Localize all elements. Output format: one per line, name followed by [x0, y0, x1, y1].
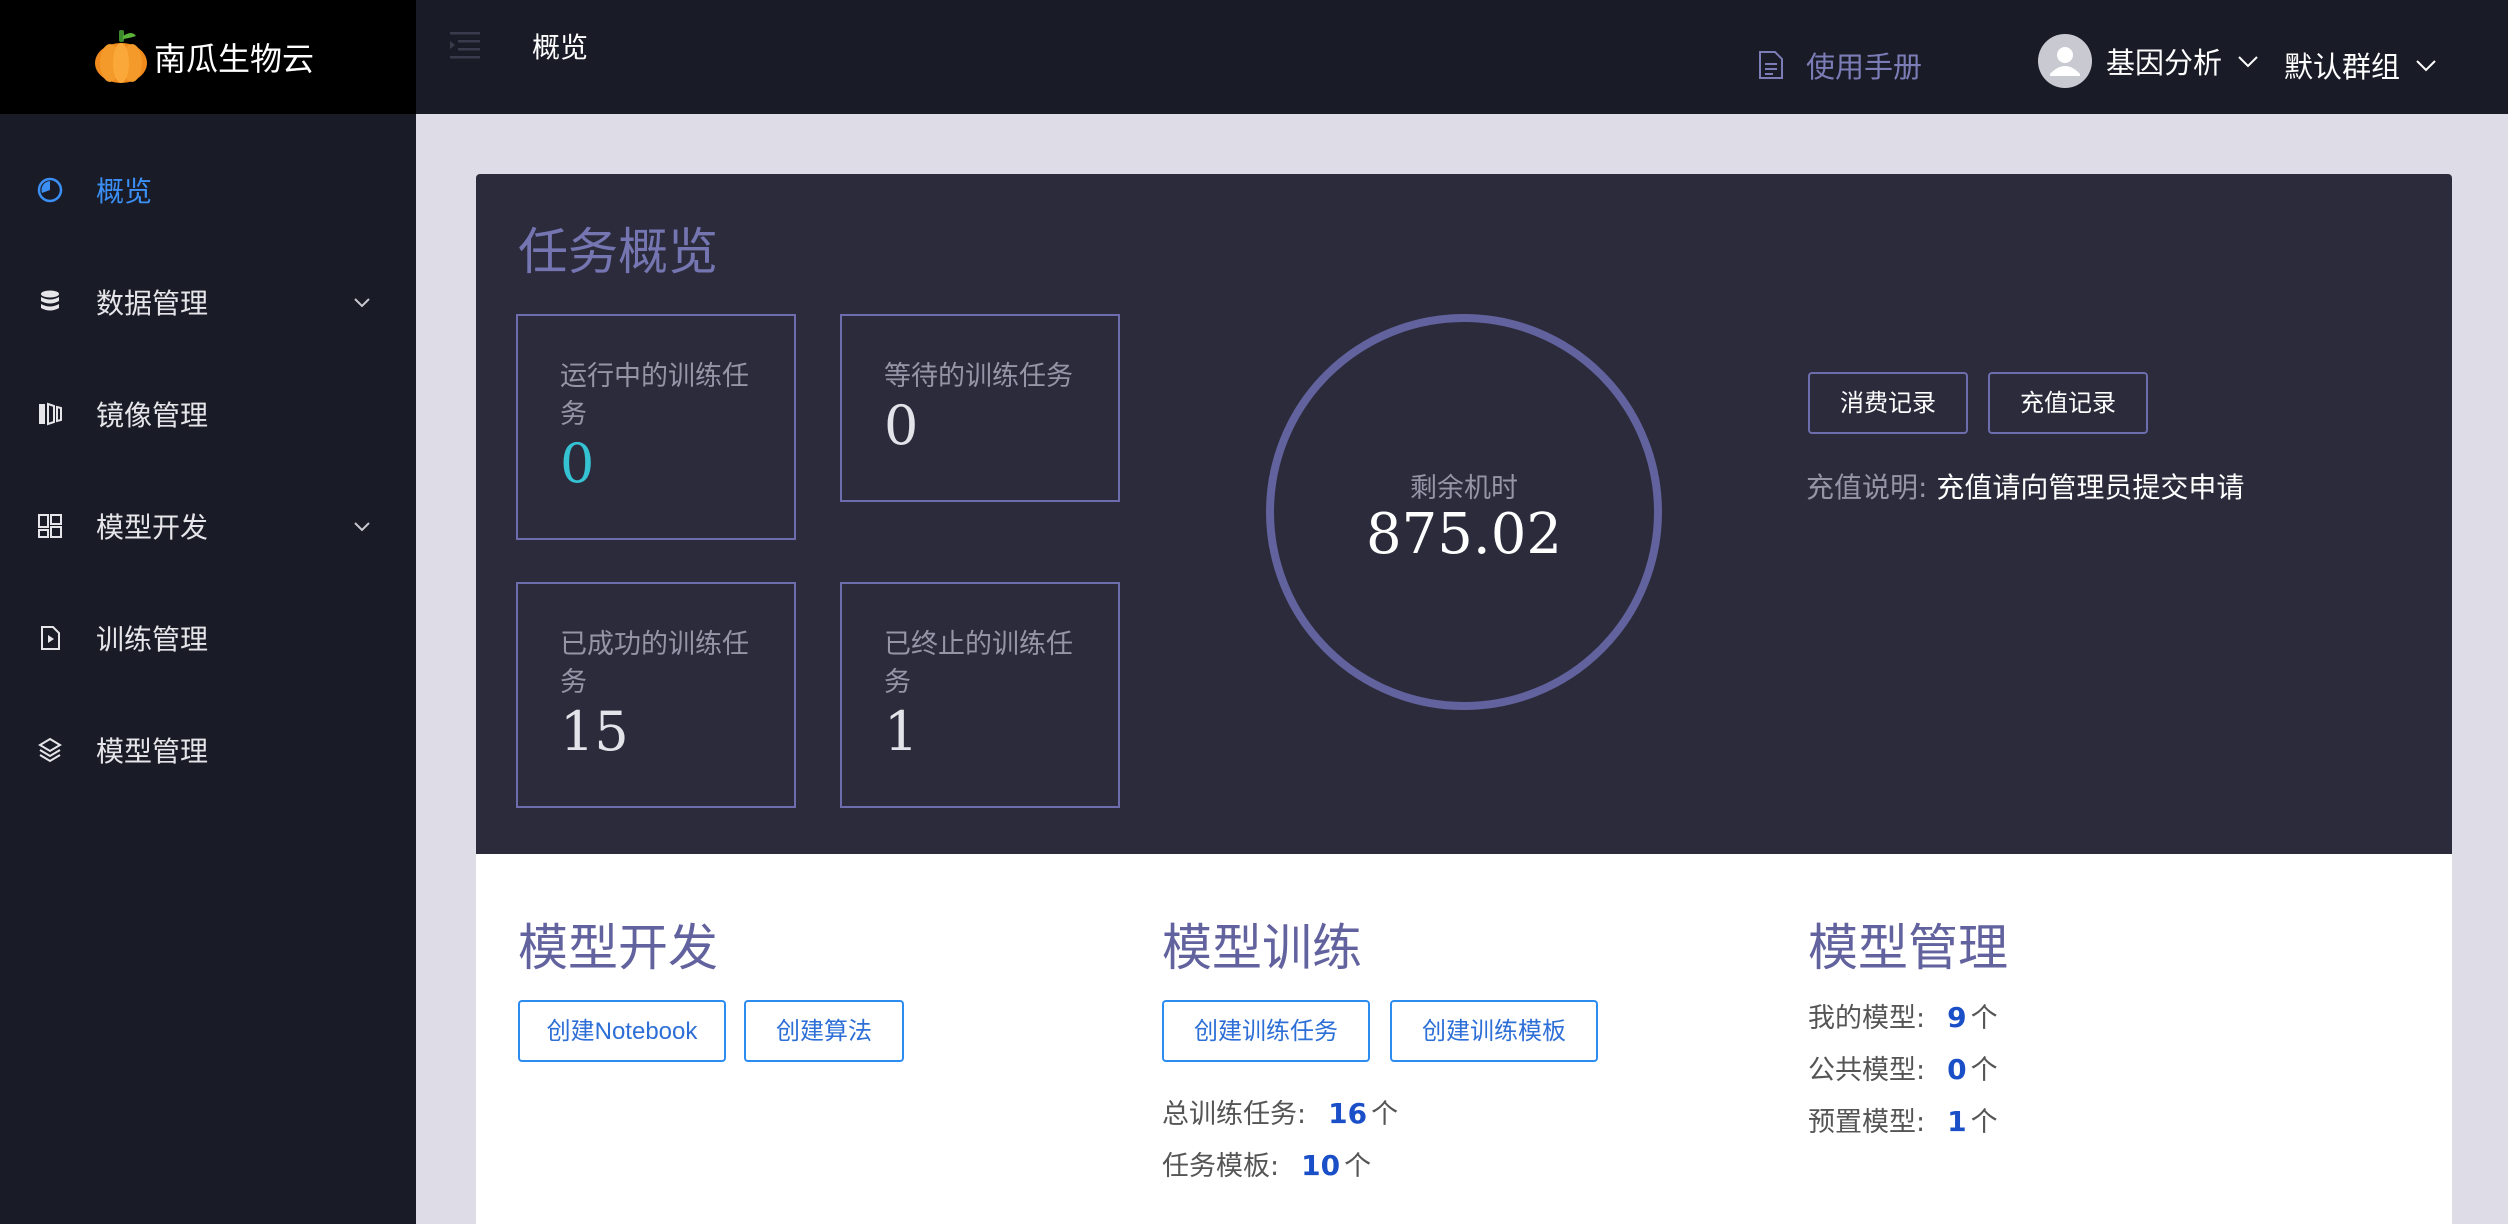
sidebar-item-label: 模型管理: [96, 735, 209, 768]
create-training-template-button[interactable]: 创建训练模板: [1390, 1000, 1598, 1062]
task-overview-title: 任务概览: [518, 223, 718, 281]
model-dev-title: 模型开发: [518, 919, 718, 977]
user-avatar-icon: [2050, 47, 2080, 76]
stat-card-terminated[interactable]: 已终止的训练任务 1: [840, 582, 1120, 808]
stat-value: 1: [884, 700, 919, 763]
task-overview-panel: 任务概览 运行中的训练任务 0 等待的训练任务 0 已成功的训练任务 15 已终…: [476, 174, 2452, 854]
kv-value[interactable]: 0: [1947, 1053, 1966, 1086]
kv-unit: 个: [1344, 1151, 1372, 1182]
sidebar-item-overview[interactable]: 概览: [0, 134, 416, 246]
chevron-down-icon: [2416, 60, 2436, 72]
remaining-hours-label: 剩余机时: [1410, 473, 1518, 504]
stat-value: 15: [560, 700, 629, 763]
create-notebook-button[interactable]: 创建Notebook: [518, 1000, 726, 1062]
sidebar-menu: 概览 数据管理 镜像管理 模型开发 训练管理 模型管理: [0, 134, 416, 806]
total-training-tasks: 总训练任务: 16 个: [1162, 1092, 1398, 1131]
stat-label: 等待的训练任务: [884, 361, 1073, 392]
public-models-count: 公共模型: 0 个: [1808, 1048, 1998, 1087]
kv-label: 公共模型:: [1808, 1055, 1926, 1086]
database-icon: [41, 290, 59, 311]
kv-label: 我的模型:: [1808, 1003, 1926, 1034]
kv-label: 预置模型:: [1808, 1107, 1926, 1138]
model-train-title: 模型训练: [1162, 919, 1362, 977]
kv-value[interactable]: 10: [1301, 1149, 1340, 1182]
stat-value: 0: [560, 432, 595, 495]
kv-unit: 个: [1970, 1107, 1998, 1138]
sidebar-item-model-development[interactable]: 模型开发: [0, 470, 416, 582]
stat-card-running[interactable]: 运行中的训练任务 0: [516, 314, 796, 540]
stat-card-waiting[interactable]: 等待的训练任务 0: [840, 314, 1120, 502]
recharge-note-value: 充值请向管理员提交申请: [1936, 471, 2245, 504]
kv-unit: 个: [1371, 1099, 1399, 1130]
sidebar-item-label: 概览: [96, 175, 153, 208]
document-icon: [1759, 51, 1783, 79]
recharge-records-button[interactable]: 充值记录: [1988, 372, 2148, 434]
my-models-count: 我的模型: 9 个: [1808, 996, 1998, 1035]
stat-label: 已终止的训练任务: [884, 629, 1073, 698]
recharge-note: 充值说明: 充值请向管理员提交申请: [1806, 466, 2244, 506]
user-manual-link[interactable]: 使用手册: [1758, 44, 1922, 86]
stat-value: 0: [884, 394, 919, 457]
quick-actions-panel: 模型开发 创建Notebook 创建算法 模型训练 创建训练任务 创建训练模板 …: [476, 854, 2452, 1224]
logo-bar[interactable]: 南瓜生物云: [0, 0, 416, 114]
pumpkin-logo-icon: [95, 30, 147, 83]
user-dropdown[interactable]: 基因分析: [2038, 34, 2260, 88]
preset-models-count: 预置模型: 1 个: [1808, 1100, 1998, 1139]
chevron-down-icon: [2238, 56, 2258, 68]
kv-unit: 个: [1970, 1055, 1998, 1086]
sidebar-item-label: 训练管理: [96, 623, 209, 656]
cube-stack-icon: [38, 737, 62, 763]
user-name: 基因分析: [2106, 46, 2223, 80]
task-templates-count: 任务模板: 10 个: [1162, 1144, 1371, 1183]
remaining-hours-value: 875.02: [1366, 502, 1562, 567]
stat-card-succeeded[interactable]: 已成功的训练任务 15: [516, 582, 796, 808]
sidebar-item-training-management[interactable]: 训练管理: [0, 582, 416, 694]
sidebar-item-model-management[interactable]: 模型管理: [0, 694, 416, 806]
create-algorithm-button[interactable]: 创建算法: [744, 1000, 904, 1062]
user-manual-label: 使用手册: [1806, 50, 1923, 84]
sidebar-item-label: 数据管理: [96, 287, 209, 320]
sidebar: 南瓜生物云 概览 数据管理 镜像管理 模型开发 训练管理 模型管理: [0, 0, 416, 1224]
menu-collapse-icon[interactable]: [448, 28, 482, 62]
kv-value[interactable]: 16: [1328, 1097, 1367, 1130]
remaining-hours-ring: 剩余机时 875.02: [1266, 314, 1662, 710]
model-mgmt-title: 模型管理: [1808, 919, 2008, 977]
avatar: [2038, 34, 2092, 88]
sidebar-item-data-management[interactable]: 数据管理: [0, 246, 416, 358]
group-name: 默认群组: [2284, 50, 2401, 84]
sidebar-item-label: 镜像管理: [96, 399, 209, 432]
sidebar-item-image-management[interactable]: 镜像管理: [0, 358, 416, 470]
grid-blocks-icon: [38, 514, 62, 538]
kv-unit: 个: [1970, 1003, 1998, 1034]
kv-value[interactable]: 9: [1947, 1001, 1966, 1034]
group-dropdown[interactable]: 默认群组: [2284, 44, 2438, 86]
stat-label: 运行中的训练任务: [560, 361, 749, 430]
recharge-note-key: 充值说明:: [1806, 471, 1928, 504]
sidebar-item-label: 模型开发: [96, 511, 209, 544]
image-layers-icon: [39, 402, 62, 426]
create-training-task-button[interactable]: 创建训练任务: [1162, 1000, 1370, 1062]
kv-value[interactable]: 1: [1947, 1105, 1966, 1138]
chevron-down-icon[interactable]: [352, 516, 372, 536]
pie-chart-icon: [37, 177, 63, 203]
stat-label: 已成功的训练任务: [560, 629, 749, 698]
kv-label: 任务模板:: [1162, 1151, 1280, 1182]
consume-records-button[interactable]: 消费记录: [1808, 372, 1968, 434]
app-name: 南瓜生物云: [154, 40, 315, 78]
page-title: 概览: [532, 31, 589, 64]
chevron-down-icon[interactable]: [352, 292, 372, 312]
top-bar: 概览 使用手册 基因分析 默认群组: [416, 0, 2508, 114]
kv-label: 总训练任务:: [1162, 1099, 1307, 1130]
play-document-icon: [41, 626, 60, 650]
